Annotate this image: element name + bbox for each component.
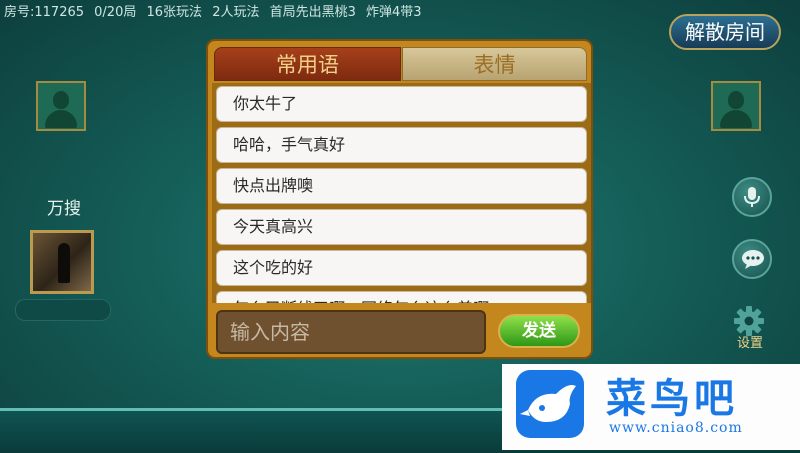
chat-panel: 常用语 表情 你太牛了 哈哈，手气真好 快点出牌噢 今天真高兴 这个吃的好 怎么…: [206, 39, 593, 359]
player-avatar[interactable]: [30, 230, 94, 294]
chat-tabs: 常用语 表情: [214, 47, 587, 81]
opponent-avatar-right[interactable]: [711, 81, 761, 131]
rule-first-play: 首局先出黑桃3: [269, 5, 356, 20]
person-silhouette-icon: [53, 91, 69, 109]
send-button[interactable]: 发送: [498, 314, 580, 348]
player-name: 万搜: [47, 199, 81, 219]
dismiss-room-button[interactable]: 解散房间: [669, 14, 781, 50]
opponent-avatar-left[interactable]: [36, 81, 86, 131]
bird-logo-icon: [516, 370, 584, 438]
rule-cards: 16张玩法: [146, 5, 203, 20]
phrase-item[interactable]: 你太牛了: [216, 86, 587, 122]
watermark-title: 菜鸟吧: [606, 375, 738, 422]
settings-label[interactable]: 设置: [730, 332, 770, 351]
tab-common-phrases[interactable]: 常用语: [214, 47, 401, 81]
phrase-item[interactable]: 这个吃的好: [216, 250, 587, 286]
rule-bomb: 炸弹4带3: [366, 5, 422, 20]
person-silhouette-icon: [728, 91, 744, 109]
room-number: 房号:117265: [4, 5, 85, 20]
voice-button[interactable]: [732, 177, 772, 217]
phrase-item[interactable]: 今天真高兴: [216, 209, 587, 245]
player-score-bar: [15, 299, 111, 321]
watermark: 菜鸟吧 www.cniao8.com: [502, 364, 800, 450]
watermark-url: www.cniao8.com: [609, 420, 743, 436]
phrase-item[interactable]: 哈哈，手气真好: [216, 127, 587, 163]
phrase-list[interactable]: 你太牛了 哈哈，手气真好 快点出牌噢 今天真高兴 这个吃的好 怎么又断线了啊，网…: [212, 83, 591, 303]
phrase-item[interactable]: 怎么又断线了啊，网络怎么这么差啊: [216, 291, 587, 303]
microphone-icon: [744, 187, 760, 207]
message-input[interactable]: 输入内容: [216, 310, 486, 354]
chat-bubble-icon: [742, 250, 764, 269]
rule-players: 2人玩法: [212, 5, 260, 20]
tab-emoji[interactable]: 表情: [402, 47, 587, 81]
round-count: 0/20局: [94, 5, 137, 20]
phrase-item[interactable]: 快点出牌噢: [216, 168, 587, 204]
chat-button[interactable]: [732, 239, 772, 279]
